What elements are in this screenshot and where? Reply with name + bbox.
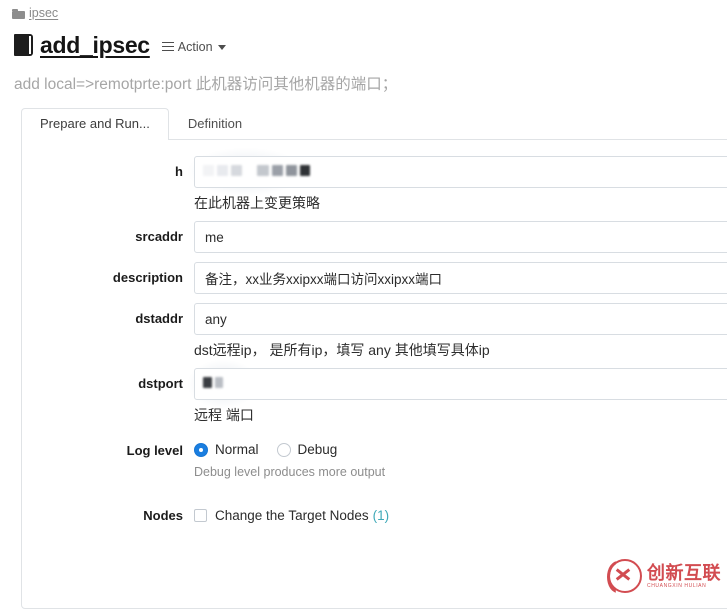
- field-row-log-level: Log level Normal Debug Debug level produ…: [22, 436, 727, 481]
- field-row-nodes: Nodes Change the Target Nodes (1): [22, 501, 727, 524]
- srcaddr-input[interactable]: [194, 221, 727, 253]
- radio-indicator-normal: [194, 442, 208, 457]
- field-row-description: description: [22, 262, 727, 294]
- form-panel: h 在此机器上变更策略 srcaddr me description 备注，xx…: [21, 139, 727, 609]
- dstaddr-input[interactable]: [194, 303, 727, 335]
- description-input[interactable]: [194, 262, 727, 294]
- field-label-nodes: Nodes: [143, 508, 183, 523]
- field-control-h: 在此机器上变更策略: [188, 148, 727, 212]
- dstport-input[interactable]: [188, 360, 727, 408]
- target-nodes-count-link[interactable]: (1): [373, 508, 390, 523]
- field-control-description: [194, 262, 727, 294]
- field-label-dstaddr: dstaddr: [135, 311, 183, 326]
- radio-label-normal: Normal: [215, 442, 259, 457]
- field-control-srcaddr: [194, 221, 727, 253]
- field-control-log-level: Normal Debug Debug level produces more o…: [194, 436, 727, 481]
- field-label-log-level: Log level: [126, 443, 183, 458]
- list-icon: [161, 41, 174, 53]
- tab-bar: Prepare and Run... Definition: [21, 108, 727, 141]
- radio-log-level-normal[interactable]: Normal: [194, 442, 259, 457]
- h-input[interactable]: [188, 148, 727, 196]
- redacted-value: [203, 165, 310, 176]
- chevron-down-icon: [217, 44, 226, 50]
- log-level-radio-group: Normal Debug: [194, 436, 727, 457]
- action-menu-button[interactable]: Action: [161, 40, 226, 54]
- book-icon: [14, 34, 33, 56]
- radio-log-level-debug[interactable]: Debug: [276, 442, 338, 457]
- field-row-dstaddr: dstaddr dst远程ip， 是所有ip，填写 any 其他填写具体ip: [22, 303, 727, 359]
- tab-prepare-and-run[interactable]: Prepare and Run...: [21, 108, 169, 141]
- radio-label-debug: Debug: [297, 442, 338, 457]
- radio-indicator-debug: [276, 442, 291, 457]
- field-help-dstaddr: dst远程ip， 是所有ip，填写 any 其他填写具体ip: [194, 342, 490, 358]
- action-menu-label: Action: [177, 40, 213, 54]
- field-label-h: h: [175, 164, 183, 179]
- field-control-dstport: 远程 端口: [188, 360, 727, 424]
- field-row-srcaddr: srcaddr: [22, 221, 727, 253]
- redacted-value: [203, 377, 223, 388]
- field-help-log-level: Debug level produces more output: [194, 465, 386, 479]
- field-help-dstport: 远程 端口: [194, 407, 254, 423]
- breadcrumb: ipsec: [0, 0, 727, 22]
- checkbox-indicator: [194, 509, 207, 522]
- field-row-h: h 在此机器上变更策略: [22, 148, 727, 212]
- folder-icon: [12, 8, 25, 19]
- field-control-nodes: Change the Target Nodes (1): [194, 501, 727, 523]
- tab-definition[interactable]: Definition: [169, 108, 261, 140]
- page-header: add_ipsec Action: [0, 22, 727, 62]
- field-help-h: 在此机器上变更策略: [194, 195, 320, 211]
- field-label-dstport: dstport: [138, 376, 183, 391]
- checkbox-label: Change the Target Nodes: [215, 508, 369, 523]
- checkbox-change-target-nodes[interactable]: Change the Target Nodes (1): [194, 501, 727, 523]
- breadcrumb-link-ipsec[interactable]: ipsec: [29, 6, 58, 20]
- field-row-dstport: dstport 远程 端口: [22, 360, 727, 424]
- field-label-description: description: [112, 270, 183, 285]
- page-title[interactable]: add_ipsec: [40, 32, 150, 59]
- page-subtitle: add local=>remotprte:port 此机器访问其他机器的端口；: [14, 76, 398, 93]
- field-label-srcaddr: srcaddr: [135, 229, 183, 244]
- dstport-input-box[interactable]: [194, 368, 727, 400]
- field-control-dstaddr: dst远程ip， 是所有ip，填写 any 其他填写具体ip: [194, 303, 727, 359]
